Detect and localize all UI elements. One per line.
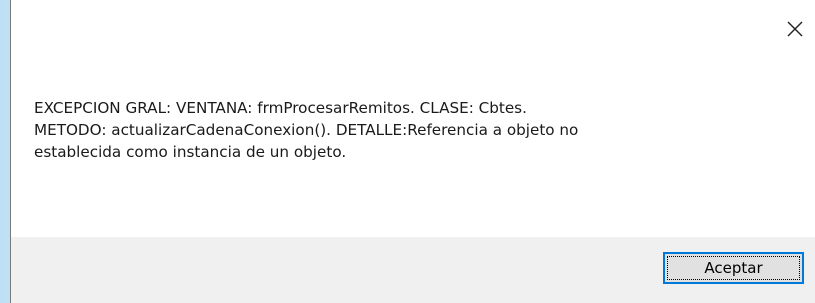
message-box-dialog: EXCEPCION GRAL: VENTANA: frmProcesarRemi… [10,0,815,303]
error-message: EXCEPCION GRAL: VENTANA: frmProcesarRemi… [34,97,794,163]
message-line: establecida como instancia de un objeto. [34,143,347,161]
ok-button[interactable]: Aceptar [663,252,804,284]
close-icon [787,21,803,37]
message-line: METODO: actualizarCadenaConexion(). DETA… [34,121,579,139]
ok-button-label: Aceptar [704,259,763,277]
message-line: EXCEPCION GRAL: VENTANA: frmProcesarRemi… [34,99,527,117]
close-button[interactable] [775,12,815,46]
dialog-footer: Aceptar [11,237,815,303]
